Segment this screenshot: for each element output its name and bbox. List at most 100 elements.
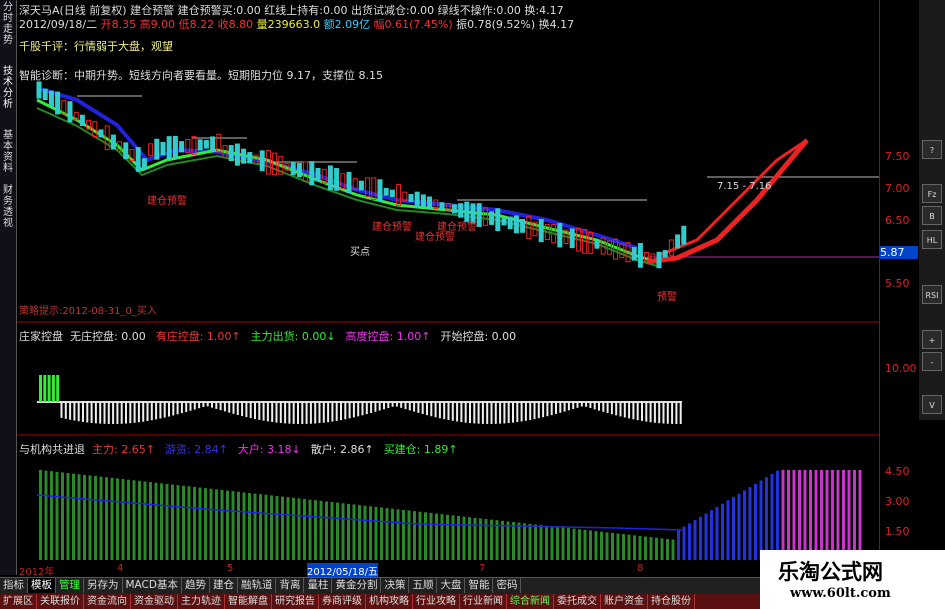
panel2-bar [370,402,373,413]
chart-area[interactable]: 深天马A(日线 前复权) 建仓预警 建仓预警买:0.00 红线上持有:0.00 … [17,0,879,565]
panel2-bar [563,402,566,412]
function-tab[interactable]: 主力轨迹 [178,594,225,609]
tab-technical-analysis[interactable]: 技术分析 [1,66,15,126]
function-tab[interactable]: 行业攻略 [413,594,460,609]
v-button[interactable]: V [922,395,942,414]
indicator-tab[interactable]: 模板 [28,578,56,593]
indicator-tab[interactable]: 五顺 [409,578,438,593]
candle [427,196,433,209]
panel2-bar [679,402,682,424]
indicator-tab[interactable]: 另存为 [84,578,123,593]
watermark: 乐淘公式网 www.60lt.com [760,550,945,609]
panel3-bar [138,480,141,560]
panel3-bar [858,470,862,560]
panel2-bar [572,402,575,410]
candle [247,152,253,164]
panel3-bar [451,515,455,560]
panel2-bar [86,402,89,423]
help-button[interactable]: ? [922,140,942,159]
candle [210,136,216,151]
indicator-tab[interactable]: 黄金分割 [332,578,382,593]
panel3-bar [589,530,592,560]
function-tab[interactable]: 委托成交 [554,594,601,609]
panel3-bar [545,525,548,560]
panel3-bar [605,532,609,560]
candle [296,163,302,178]
price-axis: 7.50 7.00 6.50 5.87 5.50 10.00 4.50 3.00… [879,0,920,565]
panel2-bar [73,402,76,421]
indicator-tab[interactable]: 大盘 [437,578,466,593]
panel3-bar [682,526,686,560]
function-tab[interactable]: 机构攻略 [366,594,413,609]
signal-label: 建仓预警 [372,222,412,233]
panel2-bar [438,402,441,419]
panel2-bar [533,402,536,420]
indicator-tab[interactable]: 管理 [56,578,84,593]
panel3-bar [77,474,81,560]
fz-button[interactable]: Fz [922,184,942,203]
function-tab[interactable]: 智能解盘 [225,594,272,609]
function-tab[interactable]: 关联报价 [37,594,84,609]
function-tab[interactable]: 券商评级 [319,594,366,609]
date-axis: 2012年 4 5 2012/05/18/五 7 8 [17,563,879,578]
panel3-bar [446,514,449,560]
indicator-tab[interactable]: 建仓 [210,578,238,593]
candle [458,203,464,218]
panel3-bar [798,470,801,560]
panel3-bar [61,472,64,560]
panel2-bar [219,402,222,411]
candle [98,129,104,138]
panel2-bar [408,402,411,411]
indicator-tab[interactable]: 趋势 [182,578,210,593]
panel2-bar [645,402,648,422]
indicator-tab[interactable]: 密码 [493,578,522,593]
panel2-bar [542,402,545,418]
tab-time-share[interactable]: 分时走势 [1,2,15,62]
panel2-bar [481,402,484,424]
panel2-bar [142,402,145,422]
panel2-bar [314,402,317,424]
panel3-bar [193,486,196,560]
panel3-bar [660,538,664,560]
function-tab[interactable]: 研究报告 [272,594,319,609]
indicator-tab[interactable]: 指标 [0,578,28,593]
indicator-tab[interactable]: 决策 [381,578,410,593]
function-tab[interactable]: 账户资金 [601,594,648,609]
indicator-tab[interactable]: 智能 [465,578,494,593]
panel3-bar [649,537,653,560]
panel3-bar [776,470,779,560]
panel2-bar [494,402,497,424]
panel3-bar [275,496,279,560]
indicator-tab[interactable]: MACD基本 [123,578,182,593]
panel3-bar [66,473,70,560]
panel3-bar [688,523,691,560]
candle [451,204,457,214]
tab-financial[interactable]: 财务透视 [1,185,15,245]
candle [520,219,526,233]
indicator-tab[interactable]: 量柱 [304,578,333,593]
panel3-bar [462,516,466,560]
function-tab[interactable]: 行业新闻 [460,594,507,609]
panel3-bar [374,506,378,560]
indicator-tab[interactable]: 融轨道 [238,578,277,593]
indicator-tab[interactable]: 背离 [276,578,305,593]
panel2-bar [430,402,433,417]
function-tab[interactable]: 扩展区 [0,594,37,609]
panel2-bar [589,402,592,409]
panel3-bar [803,470,807,560]
function-tab[interactable]: 资金驱动 [131,594,178,609]
function-tab[interactable]: 持仓股份 [648,594,695,609]
hl-button[interactable]: HL [922,230,942,249]
b-button[interactable]: B [922,206,942,225]
panel3-bar [512,522,515,560]
zoom-in-button[interactable]: + [922,330,942,349]
function-tab[interactable]: 资金流向 [84,594,131,609]
panel3-bar [501,520,504,560]
zoom-out-button[interactable]: - [922,352,942,371]
panel3-bar [149,482,152,560]
tab-basic-info[interactable]: 基本资料 [1,130,15,190]
panel3-bar [721,503,724,560]
panel3-bar [677,530,680,560]
function-tab[interactable]: 综合新闻 [507,594,554,609]
rsi-button[interactable]: RSI [922,285,942,304]
